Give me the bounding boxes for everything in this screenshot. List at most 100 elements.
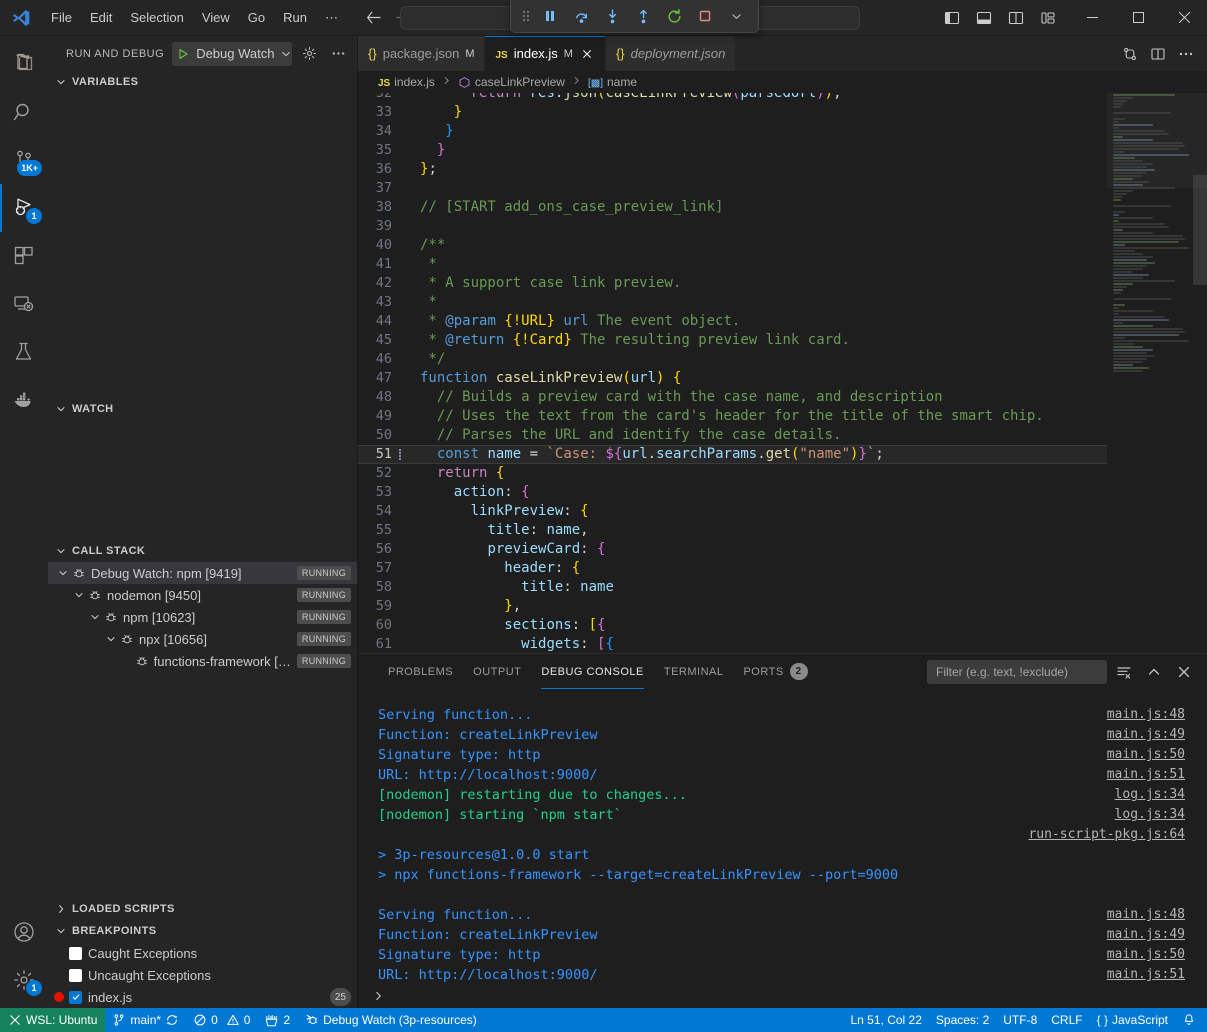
status-problems[interactable]: 0 0 [186,1008,257,1032]
customize-layout-icon[interactable] [1033,3,1063,33]
console-source-link[interactable]: main.js:51 [1107,765,1185,785]
code-line[interactable]: 42 * A support case link preview. [358,274,1107,293]
breakpoint-row[interactable]: index.js25 [48,986,357,1008]
breadcrumb-item[interactable]: caseLinkPreview [458,75,565,89]
console-source-link[interactable]: main.js:49 [1107,725,1185,745]
breadcrumb-item[interactable]: JSindex.js [378,75,435,89]
code-line[interactable]: 46 */ [358,350,1107,369]
code-line[interactable]: 36}; [358,160,1107,179]
code-line[interactable]: 57 header: { [358,559,1107,578]
status-editor-position[interactable]: Ln 51, Col 22 [844,1008,929,1032]
maximize-button[interactable] [1115,0,1161,36]
close-icon[interactable] [579,46,595,62]
editor-tab[interactable]: {}deployment.json [606,36,736,71]
status-editor-encoding[interactable]: UTF-8 [996,1008,1044,1032]
activitybar-item-accounts[interactable] [0,908,48,956]
call-stack-row[interactable]: functions-framework [106…RUNNING [48,650,357,672]
console-source-link[interactable]: log.js:34 [1115,785,1185,805]
section-header-variables[interactable]: VARIABLES [48,71,357,93]
code-line[interactable]: 61 widgets: [{ [358,635,1107,653]
section-header-breakpoints[interactable]: BREAKPOINTS [48,920,357,942]
call-stack-row[interactable]: Debug Watch: npm [9419]RUNNING [48,562,357,584]
sidebar-more-actions-icon[interactable] [328,43,349,65]
console-source-link[interactable]: main.js:50 [1107,945,1185,965]
breakpoint-row[interactable]: Uncaught Exceptions [48,964,357,986]
editor-tab[interactable]: JSindex.jsM [485,36,605,71]
menu-more[interactable]: ⋯ [316,6,347,30]
console-source-link[interactable]: log.js:34 [1115,805,1185,825]
code-line[interactable]: 38// [START add_ons_case_preview_link] [358,198,1107,217]
start-debugging-icon[interactable] [176,47,190,61]
status-remote-indicator[interactable]: WSL: Ubuntu [0,1008,105,1032]
status-notifications[interactable] [1175,1008,1203,1032]
code-line[interactable]: 32 return res.json(caseLinkPreview(parse… [358,93,1107,103]
menu-go[interactable]: Go [239,6,274,29]
activitybar-item-explorer[interactable] [0,40,48,88]
activitybar-item-docker[interactable] [0,376,48,424]
minimize-button[interactable] [1069,0,1115,36]
code-line[interactable]: 56 previewCard: { [358,540,1107,559]
code-line[interactable]: 45 * @return {!Card} The resulting previ… [358,331,1107,350]
code-line[interactable]: 40/** [358,236,1107,255]
breakpoint-checkbox[interactable] [69,991,82,1004]
chevron-down-icon[interactable] [56,567,70,579]
go-back-icon[interactable] [363,8,383,28]
watch-tree[interactable] [48,420,357,540]
drag-handle-icon[interactable] [519,8,533,24]
code-lines[interactable]: 32 return res.json(caseLinkPreview(parse… [358,93,1107,653]
code-line[interactable]: 52 return { [358,464,1107,483]
chevron-down-icon[interactable] [88,611,102,623]
stop-button[interactable] [691,3,719,29]
call-stack-row[interactable]: npx [10656]RUNNING [48,628,357,650]
breakpoint-glyph-icon[interactable] [396,448,404,461]
code-line[interactable]: 53 action: { [358,483,1107,502]
chevron-down-icon[interactable] [722,3,750,29]
code-line[interactable]: 49 // Uses the text from the card's head… [358,407,1107,426]
variables-tree[interactable] [48,93,357,398]
activitybar-item-remote-explorer[interactable] [0,280,48,328]
toggle-panel-icon[interactable] [969,3,999,33]
menu-view[interactable]: View [193,6,239,29]
activitybar-item-run-and-debug[interactable]: 1 [0,184,48,232]
chevron-down-icon[interactable] [72,589,86,601]
editor-tab[interactable]: {}package.jsonM [358,36,485,71]
activitybar-item-extensions[interactable] [0,232,48,280]
call-stack-tree[interactable]: Debug Watch: npm [9419]RUNNINGnodemon [9… [48,562,357,672]
call-stack-row[interactable]: nodemon [9450]RUNNING [48,584,357,606]
minimap[interactable] [1107,93,1207,653]
step-out-button[interactable] [629,3,657,29]
close-button[interactable] [1161,0,1207,36]
console-source-link[interactable]: main.js:48 [1107,905,1185,925]
run-or-debug-icon[interactable] [1117,41,1143,67]
code-line[interactable]: 37 [358,179,1107,198]
chevron-down-icon[interactable] [104,633,118,645]
breakpoint-row[interactable]: Caught Exceptions [48,942,357,964]
code-line[interactable]: 34 } [358,122,1107,141]
menu-file[interactable]: File [42,6,81,29]
menu-edit[interactable]: Edit [81,6,121,29]
code-editor[interactable]: 32 return res.json(caseLinkPreview(parse… [358,93,1207,653]
breakpoint-checkbox[interactable] [69,947,82,960]
breakpoint-checkbox[interactable] [69,969,82,982]
pause-button[interactable] [536,3,564,29]
code-line[interactable]: 58 title: name [358,578,1107,597]
code-line[interactable]: 51 const name = `Case: ${url.searchParam… [358,445,1107,464]
code-line[interactable]: 33 } [358,103,1107,122]
activitybar-item-testing[interactable] [0,328,48,376]
activitybar-item-settings[interactable]: 1 [0,956,48,1004]
code-line[interactable]: 35 } [358,141,1107,160]
code-line[interactable]: 39 [358,217,1107,236]
call-stack-row[interactable]: npm [10623]RUNNING [48,606,357,628]
console-source-link[interactable]: run-script-pkg.js:64 [1028,825,1185,845]
status-branch[interactable]: main* [105,1008,186,1032]
editor-scroll-thumb[interactable] [1193,175,1207,285]
editor-more-actions-icon[interactable] [1173,41,1199,67]
restart-button[interactable] [660,3,688,29]
code-line[interactable]: 50 // Parses the URL and identify the ca… [358,426,1107,445]
chevron-down-icon[interactable] [280,48,292,60]
section-header-watch[interactable]: WATCH [48,398,357,420]
code-line[interactable]: 44 * @param {!URL} url The event object. [358,312,1107,331]
code-line[interactable]: 47function caseLinkPreview(url) { [358,369,1107,388]
menu-selection[interactable]: Selection [121,6,192,29]
console-source-link[interactable]: main.js:48 [1107,705,1185,725]
